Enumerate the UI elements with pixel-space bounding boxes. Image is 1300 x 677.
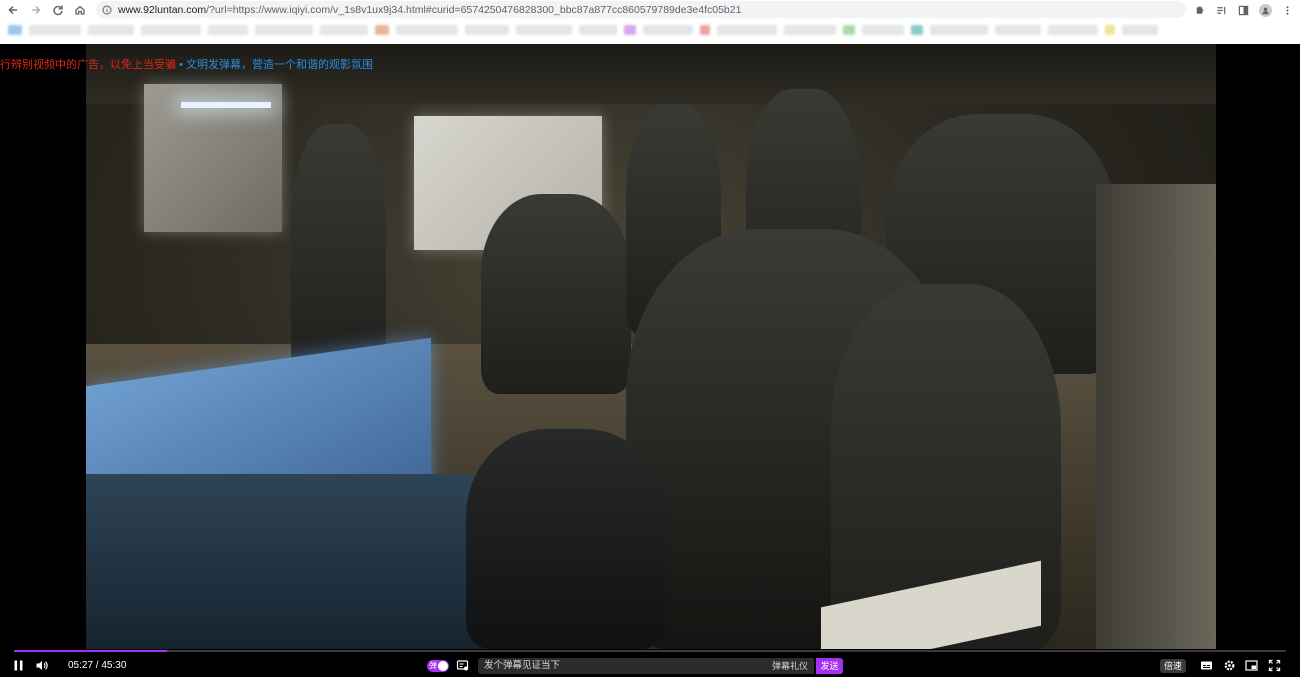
reading-list-icon[interactable] (1212, 1, 1230, 19)
video-frame[interactable] (86, 44, 1216, 649)
scene-camo-cloth (86, 474, 486, 649)
menu-icon[interactable] (1278, 1, 1296, 19)
progress-bar[interactable] (14, 650, 1286, 652)
home-icon[interactable] (69, 0, 91, 20)
scene-light (181, 102, 271, 108)
danmu-etiquette-link[interactable]: 弹幕礼仪 (772, 658, 808, 674)
fullscreen-icon[interactable] (1268, 659, 1281, 672)
danmu-placeholder: 发个弹幕见证当下 (484, 660, 561, 671)
extensions-icon[interactable] (1190, 1, 1208, 19)
danmu-settings-icon[interactable] (456, 659, 469, 672)
danmu-toggle-label: 弹 (429, 661, 437, 670)
bookmarks-bar (0, 22, 1300, 38)
danmu-input[interactable]: 发个弹幕见证当下 弹幕礼仪 (478, 658, 814, 674)
bookmark-item[interactable] (784, 25, 836, 35)
site-info-icon[interactable] (102, 5, 112, 15)
volume-icon[interactable] (35, 659, 48, 672)
bookmark-item[interactable] (141, 25, 201, 35)
browser-chrome: www.92luntan.com/?url=https://www.iqiyi.… (0, 0, 1300, 44)
bookmark-item[interactable] (1105, 25, 1115, 35)
notice-ad-warning: 行辨别视频中的广告，以免上当受骗 (0, 59, 176, 71)
bookmark-item[interactable] (1048, 25, 1098, 35)
address-url[interactable]: www.92luntan.com/?url=https://www.iqiyi.… (118, 4, 741, 16)
notice-etiquette: • 文明发弹幕，营造一个和谐的观影氛围 (179, 59, 373, 71)
bookmark-item[interactable] (465, 25, 509, 35)
bookmark-item[interactable] (862, 25, 904, 35)
bookmark-item[interactable] (516, 25, 572, 35)
bookmark-item[interactable] (255, 25, 313, 35)
url-path: /?url=https://www.iqiyi.com/v_1s8v1ux9j3… (206, 3, 742, 16)
bookmark-item[interactable] (717, 25, 777, 35)
bookmark-item[interactable] (700, 25, 710, 35)
subtitle-icon[interactable] (1200, 659, 1213, 672)
bookmark-item[interactable] (8, 25, 22, 35)
danmu-toggle-knob (438, 661, 448, 671)
bookmark-item[interactable] (88, 25, 134, 35)
playback-time: 05:27 / 45:30 (68, 660, 127, 671)
profile-icon[interactable] (1256, 1, 1274, 19)
picture-in-picture-icon[interactable] (1245, 659, 1258, 672)
scene-soldier (466, 429, 666, 649)
browser-toolbar: www.92luntan.com/?url=https://www.iqiyi.… (0, 0, 1300, 20)
pause-icon[interactable] (12, 659, 25, 672)
bookmark-item[interactable] (320, 25, 368, 35)
bookmark-item[interactable] (375, 25, 389, 35)
scene-soldier (481, 194, 631, 394)
bookmark-item[interactable] (396, 25, 458, 35)
player-notice: 行辨别视频中的广告，以免上当受骗 • 文明发弹幕，营造一个和谐的观影氛围 (0, 56, 373, 72)
send-danmu-button[interactable]: 发送 (816, 658, 843, 674)
address-bar[interactable]: www.92luntan.com/?url=https://www.iqiyi.… (96, 1, 1186, 18)
video-player: 行辨别视频中的广告，以免上当受骗 • 文明发弹幕，营造一个和谐的观影氛围 05:… (0, 44, 1300, 677)
bookmark-item[interactable] (208, 25, 248, 35)
bookmark-item[interactable] (930, 25, 988, 35)
bookmark-item[interactable] (579, 25, 617, 35)
tab-search-icon[interactable] (1234, 1, 1252, 19)
reload-icon[interactable] (47, 0, 69, 20)
bookmark-item[interactable] (643, 25, 693, 35)
bookmark-item[interactable] (911, 25, 923, 35)
settings-gear-icon[interactable] (1223, 659, 1236, 672)
bookmark-item[interactable] (843, 25, 855, 35)
avatar (1258, 3, 1272, 17)
browser-actions (1190, 1, 1296, 19)
back-icon[interactable] (2, 0, 24, 20)
player-controls: 05:27 / 45:30 弹 发个弹幕见证当下 弹幕礼仪 发送 倍速 (0, 655, 1300, 677)
scene-equipment-panel (1096, 184, 1216, 649)
forward-icon[interactable] (25, 0, 47, 20)
bookmark-item[interactable] (995, 25, 1041, 35)
playback-speed-button[interactable]: 倍速 (1160, 659, 1186, 673)
bookmark-item[interactable] (1122, 25, 1158, 35)
bookmark-item[interactable] (29, 25, 81, 35)
danmu-toggle[interactable]: 弹 (427, 660, 449, 672)
progress-played (14, 650, 167, 652)
url-host: www.92luntan.com (118, 3, 207, 16)
bookmark-item[interactable] (624, 25, 636, 35)
